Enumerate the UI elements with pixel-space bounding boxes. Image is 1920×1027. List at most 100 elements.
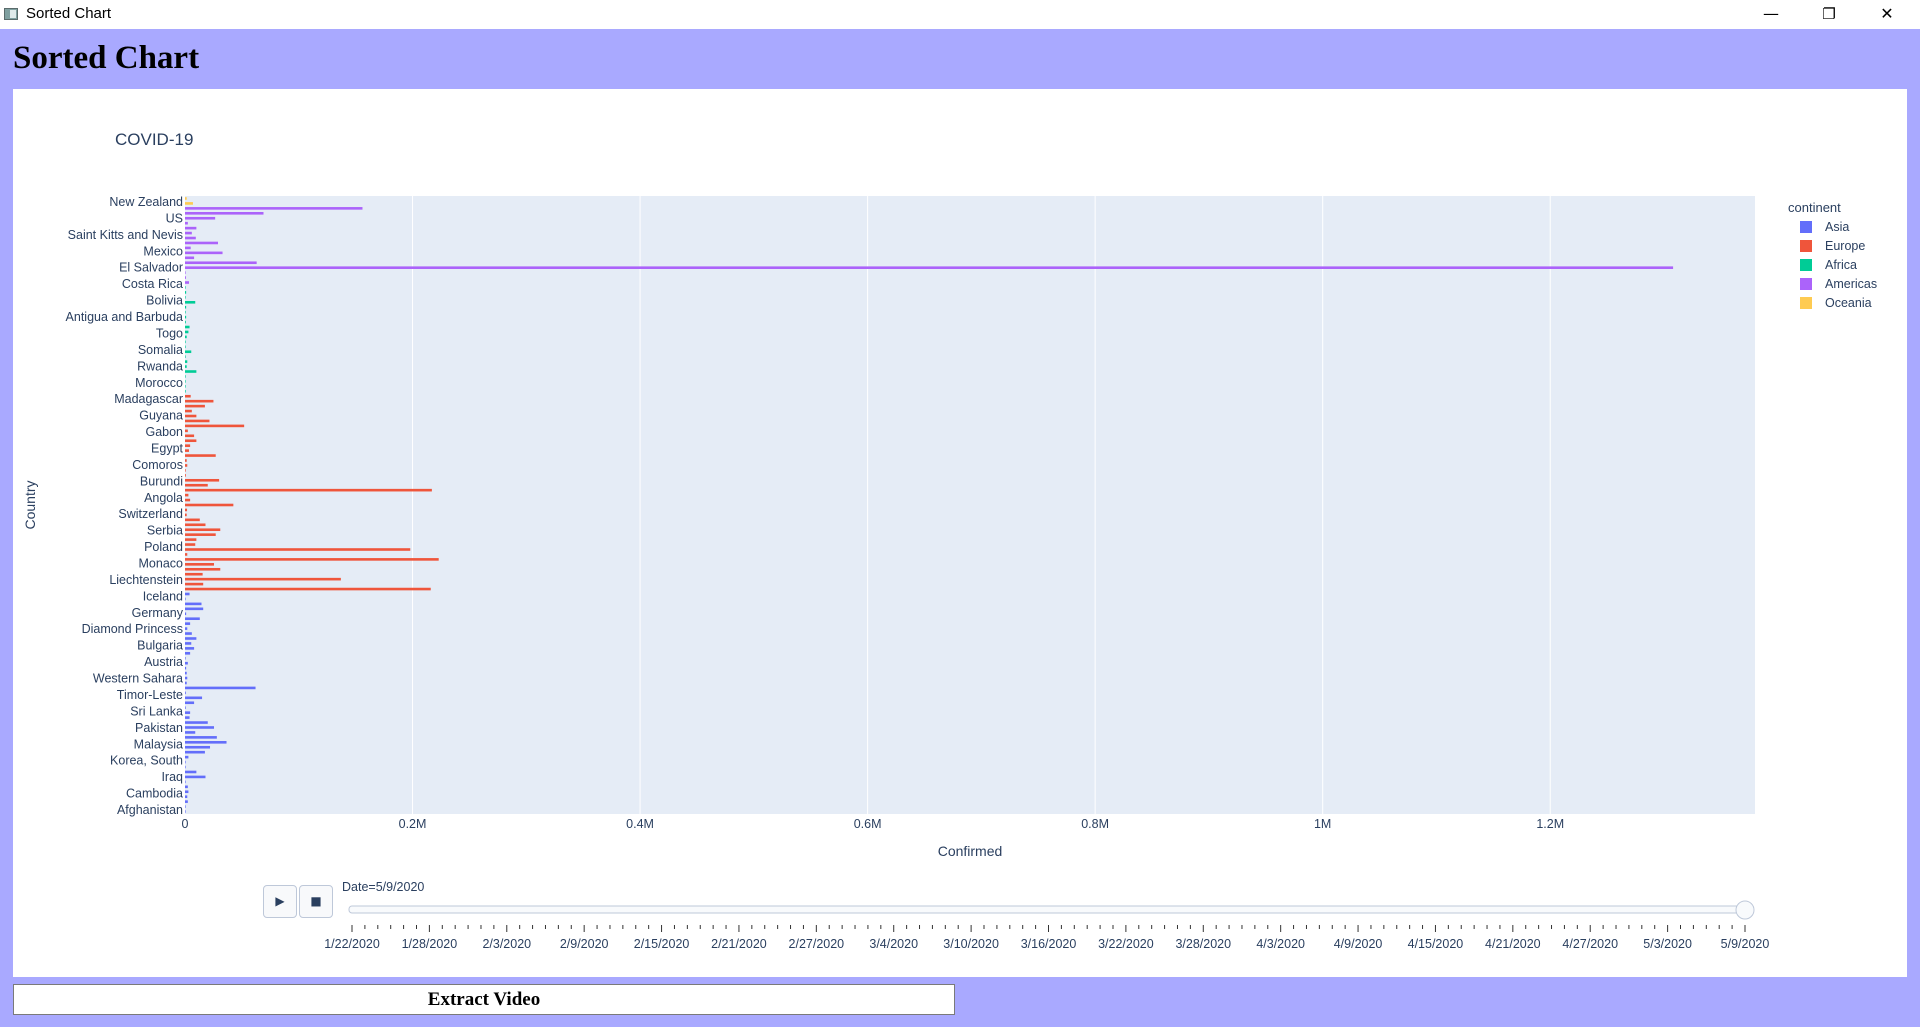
bar xyxy=(185,212,264,215)
y-tick-label: Sri Lanka xyxy=(130,704,183,718)
y-tick-label: Madagascar xyxy=(114,392,183,406)
bar xyxy=(185,790,189,794)
slider-tick-label: 5/9/2020 xyxy=(1721,937,1770,951)
bar xyxy=(185,775,206,779)
slider-tick-label: 4/21/2020 xyxy=(1485,937,1541,951)
slider-current-label: Date=5/9/2020 xyxy=(342,880,424,894)
bar xyxy=(185,701,195,705)
bar xyxy=(185,256,195,260)
bar xyxy=(185,642,192,645)
bar xyxy=(185,231,192,235)
bar xyxy=(185,671,187,675)
bar xyxy=(185,310,186,314)
y-tick-label: Guyana xyxy=(139,409,183,423)
bar xyxy=(185,385,186,388)
bar xyxy=(185,558,439,561)
x-tick-label: 0.2M xyxy=(399,817,427,831)
y-tick-label: Comoros xyxy=(132,458,183,472)
y-tick-label: Diamond Princess xyxy=(82,622,183,636)
bar xyxy=(185,691,186,695)
y-tick-label: Iraq xyxy=(161,770,183,784)
y-tick-label: Togo xyxy=(156,326,183,340)
x-tick-label: 0 xyxy=(182,817,189,831)
bar xyxy=(185,721,208,724)
bar xyxy=(185,365,187,368)
bar xyxy=(185,216,216,220)
y-tick-label: Saint Kitts and Nevis xyxy=(68,228,183,242)
bar xyxy=(185,389,186,393)
bar xyxy=(185,483,208,487)
slider-tick-label: 3/4/2020 xyxy=(869,937,918,951)
bar xyxy=(185,523,206,527)
y-tick-label: Burundi xyxy=(140,474,183,488)
bar xyxy=(185,686,256,690)
y-tick-label: Costa Rica xyxy=(122,277,183,291)
bar xyxy=(185,286,186,289)
bar xyxy=(185,464,188,467)
play-button[interactable]: ▶ xyxy=(263,885,297,918)
legend-swatch xyxy=(1800,297,1812,309)
bar xyxy=(185,429,188,433)
bar xyxy=(185,533,216,536)
bar xyxy=(185,810,186,813)
slider-ticks: 1/22/2020 1/28/2020 2/3/2020 2/9/2020 2/15/2… xyxy=(324,925,1769,951)
slider-rail[interactable] xyxy=(348,905,1746,914)
bar xyxy=(185,300,196,304)
date-slider[interactable]: Date=5/9/2020 1/22/2020 1/28/2020 2/3/2020… xyxy=(324,880,1769,951)
slider-tick-label: 3/10/2020 xyxy=(943,937,999,951)
bar xyxy=(185,478,220,482)
bar xyxy=(185,800,188,803)
slider-tick-label: 2/21/2020 xyxy=(711,937,767,951)
bar xyxy=(185,770,197,774)
bar xyxy=(185,543,196,546)
bar xyxy=(185,325,190,329)
y-tick-label: Iceland xyxy=(143,589,183,603)
bar xyxy=(185,340,186,344)
bar xyxy=(185,656,186,660)
extract-video-button[interactable]: Extract Video xyxy=(13,984,955,1015)
bar xyxy=(185,355,186,358)
y-tick-label: New Zealand xyxy=(109,195,183,209)
slider-handle[interactable] xyxy=(1735,900,1755,920)
bar xyxy=(185,246,191,250)
bar xyxy=(185,755,189,759)
y-tick-label: Angola xyxy=(144,491,183,505)
bar xyxy=(185,597,186,601)
y-tick-label: Korea, South xyxy=(110,754,183,768)
y-tick-label: Malaysia xyxy=(134,737,183,751)
bar xyxy=(185,488,432,492)
y-tick-label: US xyxy=(166,211,183,225)
legend-item: Americas xyxy=(1825,277,1877,291)
slider-tick-label: 4/3/2020 xyxy=(1256,937,1305,951)
bar xyxy=(185,726,215,729)
y-tick-label: Bulgaria xyxy=(137,639,183,653)
bar xyxy=(185,647,195,650)
y-tick-label: Western Sahara xyxy=(93,672,183,686)
slider-tick-label: 4/27/2020 xyxy=(1562,937,1618,951)
bar xyxy=(185,221,188,225)
bar xyxy=(185,765,186,769)
bar xyxy=(185,251,223,255)
bar xyxy=(185,315,187,319)
stop-button[interactable]: ■ xyxy=(299,885,333,918)
bar xyxy=(185,681,187,685)
bar xyxy=(185,236,196,240)
bar xyxy=(185,439,197,443)
bar xyxy=(185,572,203,576)
legend-item: Oceania xyxy=(1825,296,1872,310)
y-tick-label: Rwanda xyxy=(137,359,183,373)
slider-tick-label: 3/22/2020 xyxy=(1098,937,1154,951)
bar xyxy=(185,612,187,616)
bar xyxy=(185,399,214,403)
bar xyxy=(185,563,215,566)
x-tick-label: 0.6M xyxy=(854,817,882,831)
bar xyxy=(185,493,189,497)
legend-item: Europe xyxy=(1825,239,1865,253)
legend-swatch xyxy=(1800,259,1812,271)
bar xyxy=(185,404,205,408)
y-tick-label: Pakistan xyxy=(135,721,183,735)
bar xyxy=(185,241,218,245)
bar xyxy=(185,582,204,586)
y-tick-label: Germany xyxy=(132,606,184,620)
bar xyxy=(185,795,188,798)
